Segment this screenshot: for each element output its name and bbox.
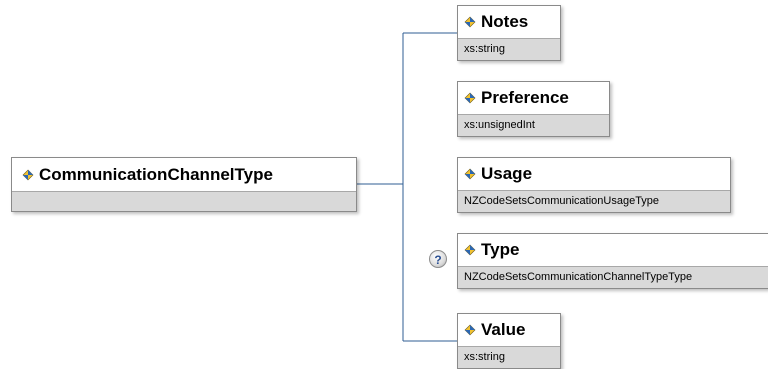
child-element-notes[interactable]: Notes xs:string [457,5,561,61]
question-mark-icon[interactable]: ? [429,250,447,268]
child-element-title: Value [458,314,560,346]
element-diamond-icon [464,16,476,28]
root-element-node[interactable]: CommunicationChannelType [11,157,357,212]
element-diamond-icon [464,244,476,256]
child-element-title: Preference [458,82,609,114]
child-element-type: NZCodeSetsCommunicationChannelTypeType [458,266,768,288]
element-diamond-icon [464,92,476,104]
child-element-name: Usage [481,164,533,183]
child-element-type: xs:string [458,38,560,60]
child-element-value[interactable]: Value xs:string [457,313,561,369]
root-element-title: CommunicationChannelType [12,158,356,191]
child-element-name: Value [481,320,526,339]
child-element-name: Notes [481,12,529,31]
child-element-usage[interactable]: Usage NZCodeSetsCommunicationUsageType [457,157,731,213]
child-element-name: Type [481,240,520,259]
root-element-type-band [12,191,356,211]
child-element-type: xs:unsignedInt [458,114,609,136]
child-element-preference[interactable]: Preference xs:unsignedInt [457,81,610,137]
element-diamond-icon [464,324,476,336]
child-element-name: Preference [481,88,569,107]
root-element-name: CommunicationChannelType [39,164,273,184]
element-diamond-icon [22,169,34,180]
child-element-title: Type [458,234,768,266]
child-element-type-node[interactable]: Type NZCodeSetsCommunicationChannelTypeT… [457,233,768,289]
element-diamond-icon [464,168,476,180]
child-element-title: Usage [458,158,730,190]
child-element-type: NZCodeSetsCommunicationUsageType [458,190,730,212]
child-element-title: Notes [458,6,560,38]
child-element-type: xs:string [458,346,560,368]
